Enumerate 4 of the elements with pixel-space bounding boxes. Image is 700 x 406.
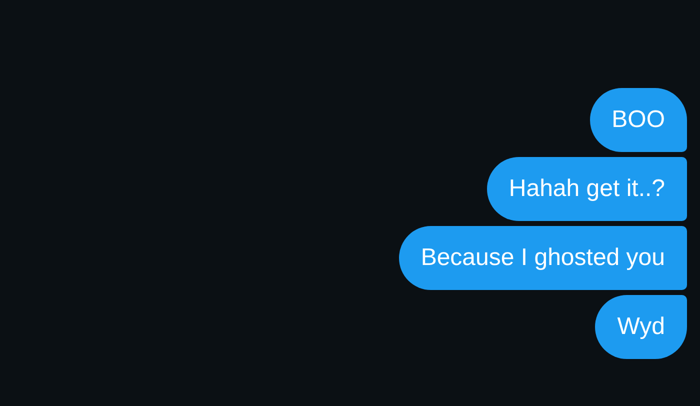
message-bubble: BOO	[590, 88, 687, 152]
message-bubble: Wyd	[595, 295, 687, 359]
message-bubble: Hahah get it..?	[486, 157, 687, 221]
message-bubble: Because I ghosted you	[398, 226, 687, 290]
